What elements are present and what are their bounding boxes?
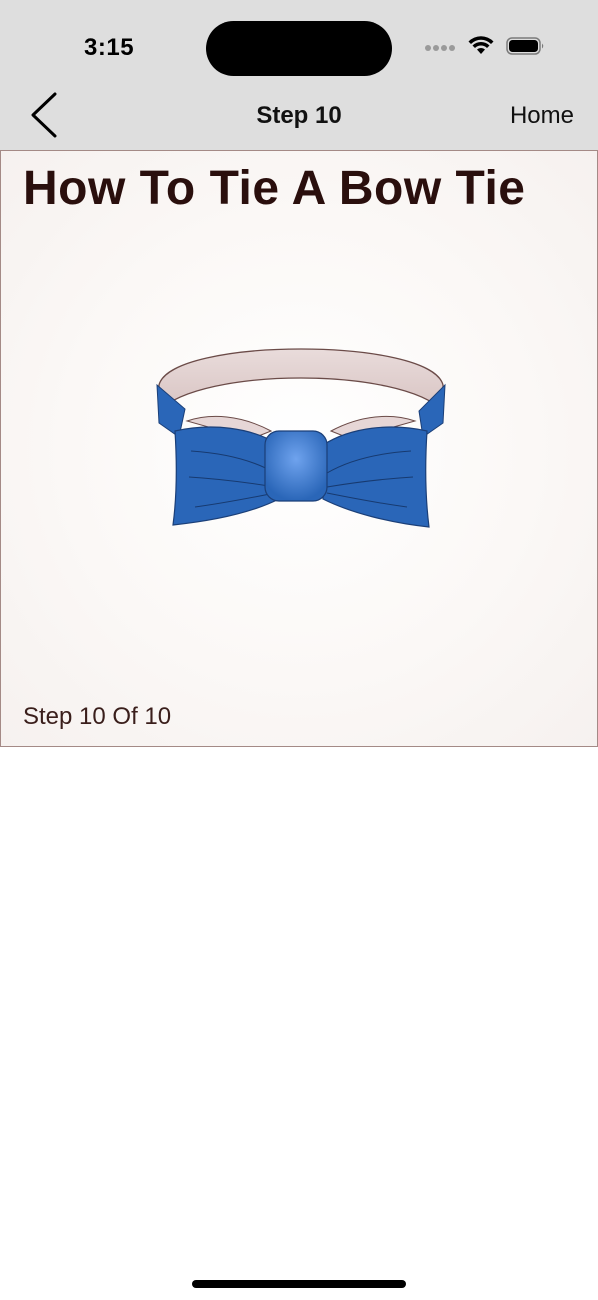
wifi-icon <box>468 36 494 61</box>
home-button[interactable]: Home <box>510 102 574 130</box>
status-time: 3:15 <box>84 34 135 61</box>
cellular-signal-icon <box>424 39 456 58</box>
page-title: How To Tie A Bow Tie <box>23 162 526 215</box>
status-icons <box>424 36 546 61</box>
step-counter: Step 10 Of 10 <box>23 703 172 730</box>
battery-icon <box>506 36 546 61</box>
app-screen: 3:15 Step 10 Home How To Tie A Bow Tie S… <box>0 0 598 1300</box>
step-card: How To Tie A Bow Tie Step 10 Of 10 <box>0 150 598 747</box>
bow-tie-illustration <box>151 327 451 567</box>
home-indicator[interactable] <box>192 1280 406 1288</box>
header-area: 3:15 Step 10 Home <box>0 0 598 150</box>
dynamic-island <box>206 21 392 76</box>
nav-title: Step 10 <box>256 102 342 129</box>
